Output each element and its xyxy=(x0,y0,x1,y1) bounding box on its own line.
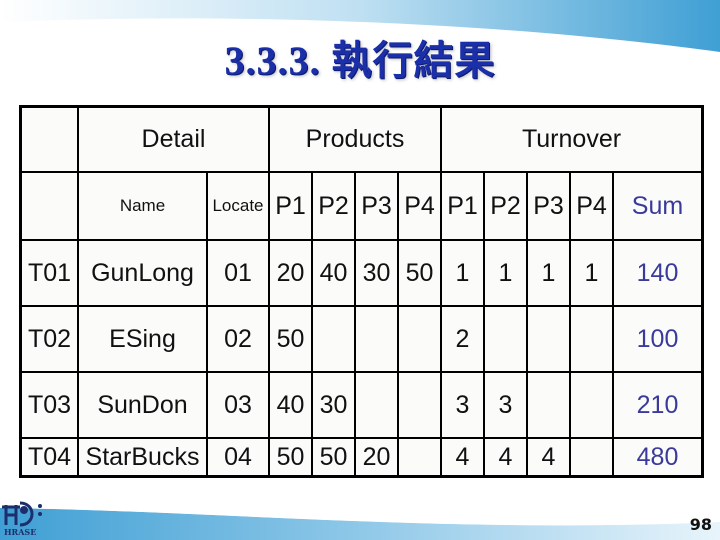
subheader-sum: Sum xyxy=(612,171,704,241)
cell-name: StarBucks xyxy=(77,437,208,478)
cell-id: T01 xyxy=(19,239,79,307)
cell-product-p1: 50 xyxy=(268,437,313,478)
table-row: T01 GunLong 01 20 40 30 50 1 1 1 1 140 xyxy=(19,239,704,307)
cell-product-p1: 40 xyxy=(268,371,313,439)
logo-icon: HRASE xyxy=(2,501,42,537)
slide-title: 3.3.3. 執行結果 xyxy=(224,38,496,83)
subheader-name: Name xyxy=(77,171,208,241)
cell-product-p3 xyxy=(354,305,399,373)
cell-name: SunDon xyxy=(77,371,208,439)
logo-text: HRASE xyxy=(4,527,36,537)
header-turnover: Turnover xyxy=(440,105,704,173)
cell-locate: 04 xyxy=(206,437,270,478)
group-header-row: Detail Products Turnover xyxy=(19,105,704,173)
cell-turnover-p2: 3 xyxy=(483,371,528,439)
cell-turnover-p4 xyxy=(569,437,614,478)
cell-product-p2: 50 xyxy=(311,437,356,478)
cell-id: T04 xyxy=(19,437,79,478)
cell-name: GunLong xyxy=(77,239,208,307)
subheader-turnover-p1: P1 xyxy=(440,171,485,241)
subheader-turnover-p2: P2 xyxy=(483,171,528,241)
cell-turnover-p4 xyxy=(569,305,614,373)
cell-product-p3: 20 xyxy=(354,437,399,478)
cell-turnover-p2 xyxy=(483,305,528,373)
header-detail: Detail xyxy=(77,105,270,173)
cell-product-p4 xyxy=(397,437,442,478)
cell-turnover-p2: 1 xyxy=(483,239,528,307)
cell-locate: 03 xyxy=(206,371,270,439)
cell-id: T02 xyxy=(19,305,79,373)
subheader-turnover-p4: P4 xyxy=(569,171,614,241)
cell-product-p2: 40 xyxy=(311,239,356,307)
cell-locate: 02 xyxy=(206,305,270,373)
cell-turnover-p3 xyxy=(526,305,571,373)
subheader-product-p4: P4 xyxy=(397,171,442,241)
cell-sum: 480 xyxy=(612,437,704,478)
cell-sum: 210 xyxy=(612,371,704,439)
results-table: Detail Products Turnover Name Locate P1 … xyxy=(19,105,704,478)
table-row: T04 StarBucks 04 50 50 20 4 4 4 480 xyxy=(19,437,704,478)
cell-product-p3: 30 xyxy=(354,239,399,307)
cell-product-p1: 20 xyxy=(268,239,313,307)
cell-locate: 01 xyxy=(206,239,270,307)
header-products: Products xyxy=(268,105,442,173)
cell-sum: 100 xyxy=(612,305,704,373)
cell-name: ESing xyxy=(77,305,208,373)
subheader-product-p3: P3 xyxy=(354,171,399,241)
cell-turnover-p1: 2 xyxy=(440,305,485,373)
header-blank xyxy=(19,105,79,173)
cell-turnover-p3 xyxy=(526,371,571,439)
cell-turnover-p1: 1 xyxy=(440,239,485,307)
cell-id: T03 xyxy=(19,371,79,439)
cell-turnover-p1: 3 xyxy=(440,371,485,439)
cell-product-p4 xyxy=(397,305,442,373)
table-row: T03 SunDon 03 40 30 3 3 210 xyxy=(19,371,704,439)
subheader-turnover-p3: P3 xyxy=(526,171,571,241)
cell-turnover-p2: 4 xyxy=(483,437,528,478)
subheader-locate: Locate xyxy=(206,171,270,241)
cell-product-p2: 30 xyxy=(311,371,356,439)
cell-product-p3 xyxy=(354,371,399,439)
cell-turnover-p1: 4 xyxy=(440,437,485,478)
cell-sum: 140 xyxy=(612,239,704,307)
page-number: 98 xyxy=(689,515,712,534)
subheader-product-p1: P1 xyxy=(268,171,313,241)
cell-turnover-p3: 4 xyxy=(526,437,571,478)
sub-header-row: Name Locate P1 P2 P3 P4 P1 P2 P3 P4 Sum xyxy=(19,171,704,241)
subheader-blank xyxy=(19,171,79,241)
cell-turnover-p4 xyxy=(569,371,614,439)
footer-swoosh-decoration xyxy=(0,506,720,540)
cell-product-p1: 50 xyxy=(268,305,313,373)
cell-product-p4: 50 xyxy=(397,239,442,307)
subheader-product-p2: P2 xyxy=(311,171,356,241)
table-row: T02 ESing 02 50 2 100 xyxy=(19,305,704,373)
cell-turnover-p4: 1 xyxy=(569,239,614,307)
cell-product-p2 xyxy=(311,305,356,373)
cell-product-p4 xyxy=(397,371,442,439)
cell-turnover-p3: 1 xyxy=(526,239,571,307)
